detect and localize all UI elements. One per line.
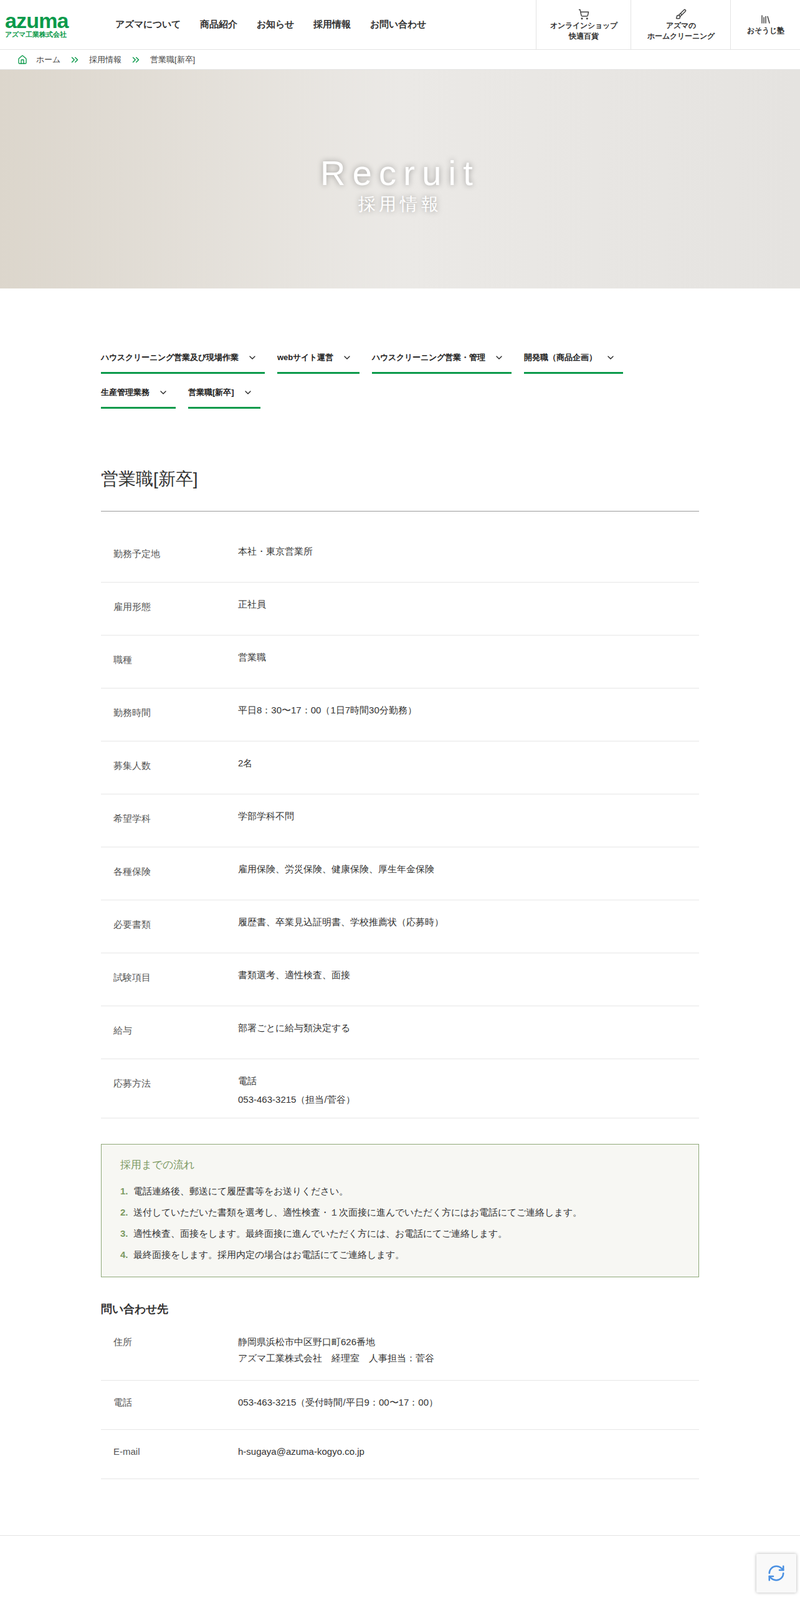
recaptcha-icon — [766, 1563, 786, 1583]
job-table: 勤務予定地本社・東京営業所雇用形態正社員職種営業職勤務時間平日8：30〜17：0… — [100, 529, 700, 1119]
info-value: 営業職 — [238, 635, 700, 676]
tab[interactable]: ハウスクリーニング営業・管理 — [371, 342, 512, 374]
info-row: 必要書類履歴書、卒業見込証明書、学校推薦状（応募時） — [100, 900, 700, 954]
info-label: 希望学科 — [100, 794, 239, 827]
flow-steps: 1.電話連絡後、郵送にて履歴書等をお送りください。2.送付していただいた書類を選… — [120, 1180, 680, 1266]
info-row: 希望学科学部学科不問 — [100, 794, 700, 848]
contact-table: 住所静岡県浜松市中区野口町626番地アズマ工業株式会社 経理室 人事担当：菅谷電… — [100, 1320, 700, 1480]
info-value: 電話053-463-3215（担当/菅谷） — [238, 1059, 700, 1118]
info-label: 勤務時間 — [100, 688, 239, 721]
info-label: 応募方法 — [100, 1059, 239, 1091]
chevron-icon — [605, 352, 616, 363]
contact-row: 住所静岡県浜松市中区野口町626番地アズマ工業株式会社 経理室 人事担当：菅谷 — [100, 1320, 700, 1381]
job-detail: 営業職[新卒]勤務予定地本社・東京営業所雇用形態正社員職種営業職勤務時間平日8：… — [100, 408, 700, 1480]
info-label: 給与 — [100, 1006, 239, 1039]
shortcut-link[interactable]: オンラインショップ快適百貨 — [535, 0, 631, 50]
nav-item[interactable]: 採用情報 — [313, 17, 351, 32]
flow-step: 1.電話連絡後、郵送にて履歴書等をお送りください。 — [120, 1180, 680, 1202]
info-row: 雇用形態正社員 — [100, 582, 700, 636]
breadcrumb-item: 営業職[新卒] — [150, 53, 196, 67]
nav-item[interactable]: お知らせ — [256, 17, 295, 32]
contact-row: 電話053-463-3215（受付時間/平日9：00〜17：00） — [100, 1380, 700, 1430]
flow-step: 4.最終面接をします。採用内定の場合はお電話にてご連絡します。 — [120, 1244, 680, 1266]
breadcrumb: ホーム 採用情報 営業職[新卒] — [0, 49, 800, 70]
chevron-icon — [494, 352, 505, 363]
info-label: 試験項目 — [100, 953, 239, 986]
flow-title: 採用までの流れ — [120, 1157, 680, 1174]
info-row: 勤務予定地本社・東京営業所 — [100, 529, 700, 583]
nav-item[interactable]: お問い合わせ — [370, 17, 427, 32]
shortcuts: オンラインショップ快適百貨アズマのホームクリーニングおそうじ塾 — [535, 0, 800, 50]
nav-item[interactable]: 商品紹介 — [200, 17, 238, 32]
info-value: 履歴書、卒業見込証明書、学校推薦状（応募時） — [238, 900, 700, 941]
info-row: 給与部署ごとに給与類決定する — [100, 1006, 700, 1060]
contact-value: 静岡県浜松市中区野口町626番地アズマ工業株式会社 経理室 人事担当：菅谷 — [238, 1320, 700, 1381]
shortcut-link[interactable]: おそうじ塾 — [730, 0, 800, 50]
page: azumaアズマ工業株式会社アズマについて商品紹介お知らせ採用情報お問い合わせオ… — [0, 0, 800, 1600]
chevron-icon — [158, 387, 169, 398]
chevron-icon — [342, 352, 353, 363]
hero-title: Recruit — [320, 153, 480, 194]
info-label: 職種 — [100, 635, 239, 668]
info-row: 職種営業職 — [100, 635, 700, 689]
contact-row: E-mailh-sugaya@azuma-kogyo.co.jp — [100, 1429, 700, 1480]
info-value: 正社員 — [238, 582, 700, 623]
info-label: 雇用形態 — [100, 582, 239, 615]
info-label: 必要書類 — [100, 900, 239, 933]
info-value: 2名 — [238, 741, 700, 782]
contact-label: 電話 — [100, 1380, 239, 1430]
footer-divider — [0, 1535, 800, 1536]
tab[interactable]: 営業職[新卒] — [188, 377, 261, 409]
main-nav: アズマについて 商品紹介 お知らせ 採用情報 お問い合わせ — [99, 0, 536, 50]
info-label: 募集人数 — [100, 741, 239, 774]
breadcrumb-item[interactable]: ホーム — [36, 53, 61, 67]
contact-title: 問い合わせ先 — [100, 1300, 700, 1318]
tab[interactable]: webサイト運営 — [277, 342, 360, 374]
tab[interactable]: 開発職（商品企画） — [523, 342, 624, 374]
contact-label: 住所 — [100, 1320, 239, 1381]
tabs: ハウスクリーニング営業及び現場作業 webサイト運営ハウスクリーニング営業・管理開… — [94, 288, 706, 409]
flow-box: 採用までの流れ 1.電話連絡後、郵送にて履歴書等をお送りください。2.送付していた… — [100, 1143, 700, 1278]
info-row: 各種保険雇用保険、労災保険、健康保険、厚生年金保険 — [100, 847, 700, 901]
hero: Recruit採用情報 — [0, 69, 800, 289]
separator-icon — [69, 54, 81, 66]
shortcut-link[interactable]: アズマのホームクリーニング — [630, 0, 731, 50]
info-value: 本社・東京営業所 — [238, 529, 700, 570]
flow-step: 3.適性検査、面接をします。最終面接に進んでいただく方には、お電話にてご連絡しま… — [120, 1223, 680, 1245]
site-header: azumaアズマ工業株式会社アズマについて 商品紹介 お知らせ 採用情報 お問い合わせ オ… — [0, 0, 800, 50]
contact-label: E-mail — [100, 1429, 239, 1479]
home-icon — [17, 54, 28, 65]
cart-icon — [578, 8, 590, 20]
recaptcha-badge[interactable] — [756, 1553, 797, 1593]
info-label: 各種保険 — [100, 847, 239, 880]
info-value: 雇用保険、労災保険、健康保険、厚生年金保険 — [238, 847, 700, 888]
chevron-icon — [242, 387, 253, 398]
info-row: 募集人数2名 — [100, 741, 700, 795]
chevron-icon — [247, 352, 258, 363]
info-value: 書類選考、適性検査、面接 — [238, 953, 700, 994]
info-value: 学部学科不問 — [238, 794, 700, 835]
hero-subtitle: 採用情報 — [358, 193, 442, 216]
brush-icon — [675, 8, 687, 20]
tab[interactable]: 生産管理業務 — [100, 377, 176, 409]
separator-icon — [130, 54, 142, 66]
breadcrumb-item[interactable]: 採用情報 — [89, 53, 122, 67]
info-value: 平日8：30〜17：00（1日7時間30分勤務） — [238, 688, 700, 729]
info-row: 試験項目書類選考、適性検査、面接 — [100, 953, 700, 1007]
info-row: 応募方法電話053-463-3215（担当/菅谷） — [100, 1059, 700, 1119]
contact-value: h-sugaya@azuma-kogyo.co.jp — [238, 1429, 700, 1479]
flow-step: 2.送付していただいた書類を選考し、適性検査・１次面接に進んでいただく方にはお電… — [120, 1201, 680, 1224]
job-title: 営業職[新卒] — [100, 466, 700, 512]
info-label: 勤務予定地 — [100, 529, 239, 562]
info-value: 部署ごとに給与類決定する — [238, 1006, 700, 1047]
books-icon — [760, 13, 772, 25]
nav-item[interactable]: アズマについて — [115, 17, 181, 32]
tab[interactable]: ハウスクリーニング営業及び現場作業 — [100, 342, 265, 374]
contact-value: 053-463-3215（受付時間/平日9：00〜17：00） — [238, 1380, 700, 1430]
info-row: 勤務時間平日8：30〜17：00（1日7時間30分勤務） — [100, 688, 700, 742]
logo[interactable]: azumaアズマ工業株式会社 — [0, 0, 100, 50]
